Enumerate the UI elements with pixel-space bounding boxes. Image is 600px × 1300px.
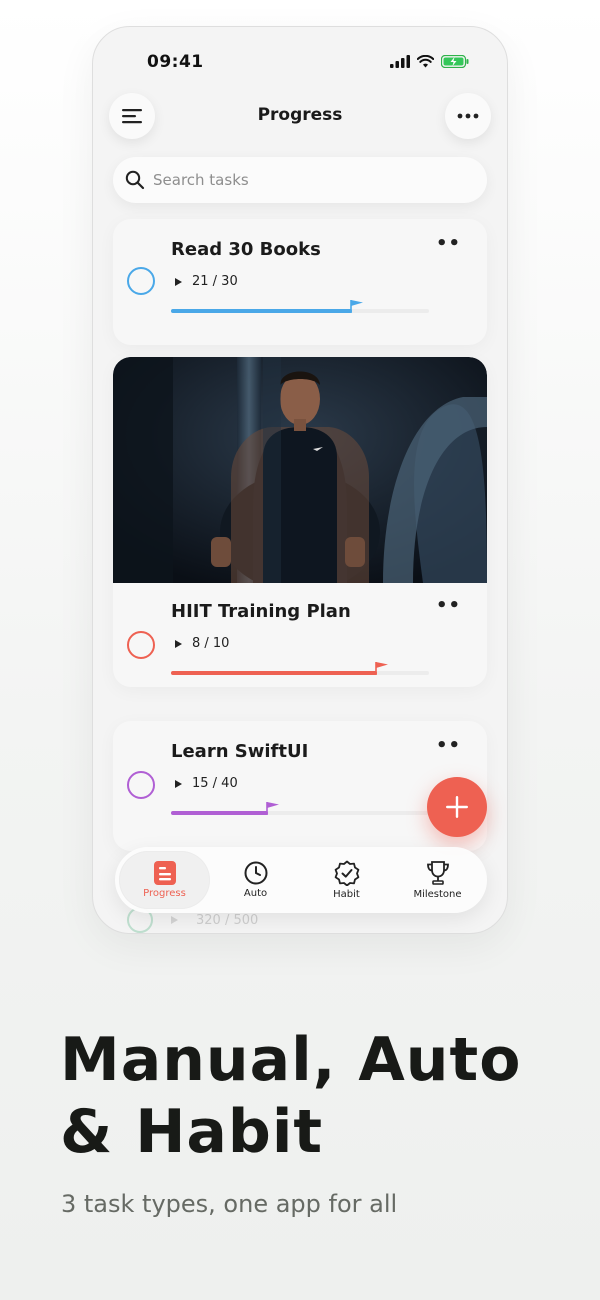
tab-progress[interactable]: Progress	[119, 851, 210, 909]
hiit-hero-image	[113, 357, 487, 583]
task-more-button[interactable]: ••	[436, 735, 461, 756]
search-placeholder: Search tasks	[153, 171, 249, 189]
task-count: 21 / 30	[192, 274, 238, 289]
promo-subline: 3 task types, one app for all	[61, 1190, 398, 1218]
task-complete-toggle[interactable]	[127, 631, 155, 659]
task-count: 15 / 40	[192, 776, 238, 791]
trophy-icon	[426, 861, 449, 885]
tab-label: Milestone	[413, 889, 462, 900]
promo-headline: Manual, Auto & Habit	[60, 1024, 570, 1168]
flag-icon	[375, 662, 388, 675]
add-task-button[interactable]	[427, 777, 487, 837]
task-counter[interactable]: 21 / 30	[175, 274, 238, 289]
tab-auto[interactable]: Auto	[210, 851, 301, 909]
tab-milestone[interactable]: Milestone	[392, 851, 483, 909]
task-complete-toggle[interactable]	[127, 267, 155, 295]
phone-frame: 09:41 Progress Search tasks Read 30 Book…	[92, 26, 508, 934]
task-title: Read 30 Books	[171, 239, 321, 260]
progress-fill	[171, 671, 377, 675]
task-card-read-books[interactable]: Read 30 Books •• 21 / 30	[113, 219, 487, 345]
flag-icon	[350, 300, 363, 313]
status-icons	[390, 55, 469, 68]
promo-headline-line1: Manual, Auto	[60, 1025, 522, 1095]
search-input[interactable]: Search tasks	[113, 157, 487, 203]
status-time: 09:41	[147, 52, 204, 72]
task-count: 8 / 10	[192, 636, 230, 651]
task-more-button[interactable]: ••	[436, 233, 461, 254]
status-bar: 09:41	[93, 27, 507, 97]
flag-icon	[266, 802, 279, 815]
progress-fill	[171, 811, 268, 815]
progress-track	[171, 662, 429, 675]
task-counter[interactable]: 15 / 40	[175, 776, 238, 791]
battery-charging-icon	[441, 55, 469, 68]
nav-header: Progress	[93, 93, 507, 149]
promo-headline-line2: & Habit	[60, 1097, 324, 1167]
play-icon	[175, 779, 182, 788]
play-icon	[171, 916, 178, 924]
play-icon	[175, 277, 182, 286]
tab-label: Habit	[333, 889, 360, 900]
progress-fill	[171, 309, 352, 313]
play-icon	[175, 639, 182, 648]
progress-icon	[153, 861, 176, 885]
search-icon	[125, 170, 145, 190]
task-title: Learn SwiftUI	[171, 741, 309, 762]
tab-bar: Progress Auto Habit Milestone	[115, 847, 487, 913]
more-options-button[interactable]	[445, 93, 491, 139]
tab-label: Progress	[143, 888, 186, 899]
wifi-icon	[417, 55, 434, 68]
plus-icon	[446, 796, 468, 818]
ghost-count: 320 / 500	[196, 912, 259, 928]
more-dots-icon	[457, 113, 479, 119]
task-title: HIIT Training Plan	[171, 601, 351, 622]
task-more-button[interactable]: ••	[436, 595, 461, 616]
task-counter[interactable]: 8 / 10	[175, 636, 229, 651]
task-complete-toggle[interactable]	[127, 771, 155, 799]
task-card-hiit[interactable]: HIIT Training Plan •• 8 / 10	[113, 357, 487, 687]
progress-track	[171, 300, 429, 313]
progress-track	[171, 802, 429, 815]
badge-check-icon	[334, 860, 359, 886]
clock-icon	[244, 861, 267, 885]
task-card-swiftui[interactable]: Learn SwiftUI •• 15 / 40	[113, 721, 487, 851]
tab-habit[interactable]: Habit	[301, 851, 392, 909]
tab-label: Auto	[243, 888, 268, 899]
signal-icon	[390, 55, 410, 68]
